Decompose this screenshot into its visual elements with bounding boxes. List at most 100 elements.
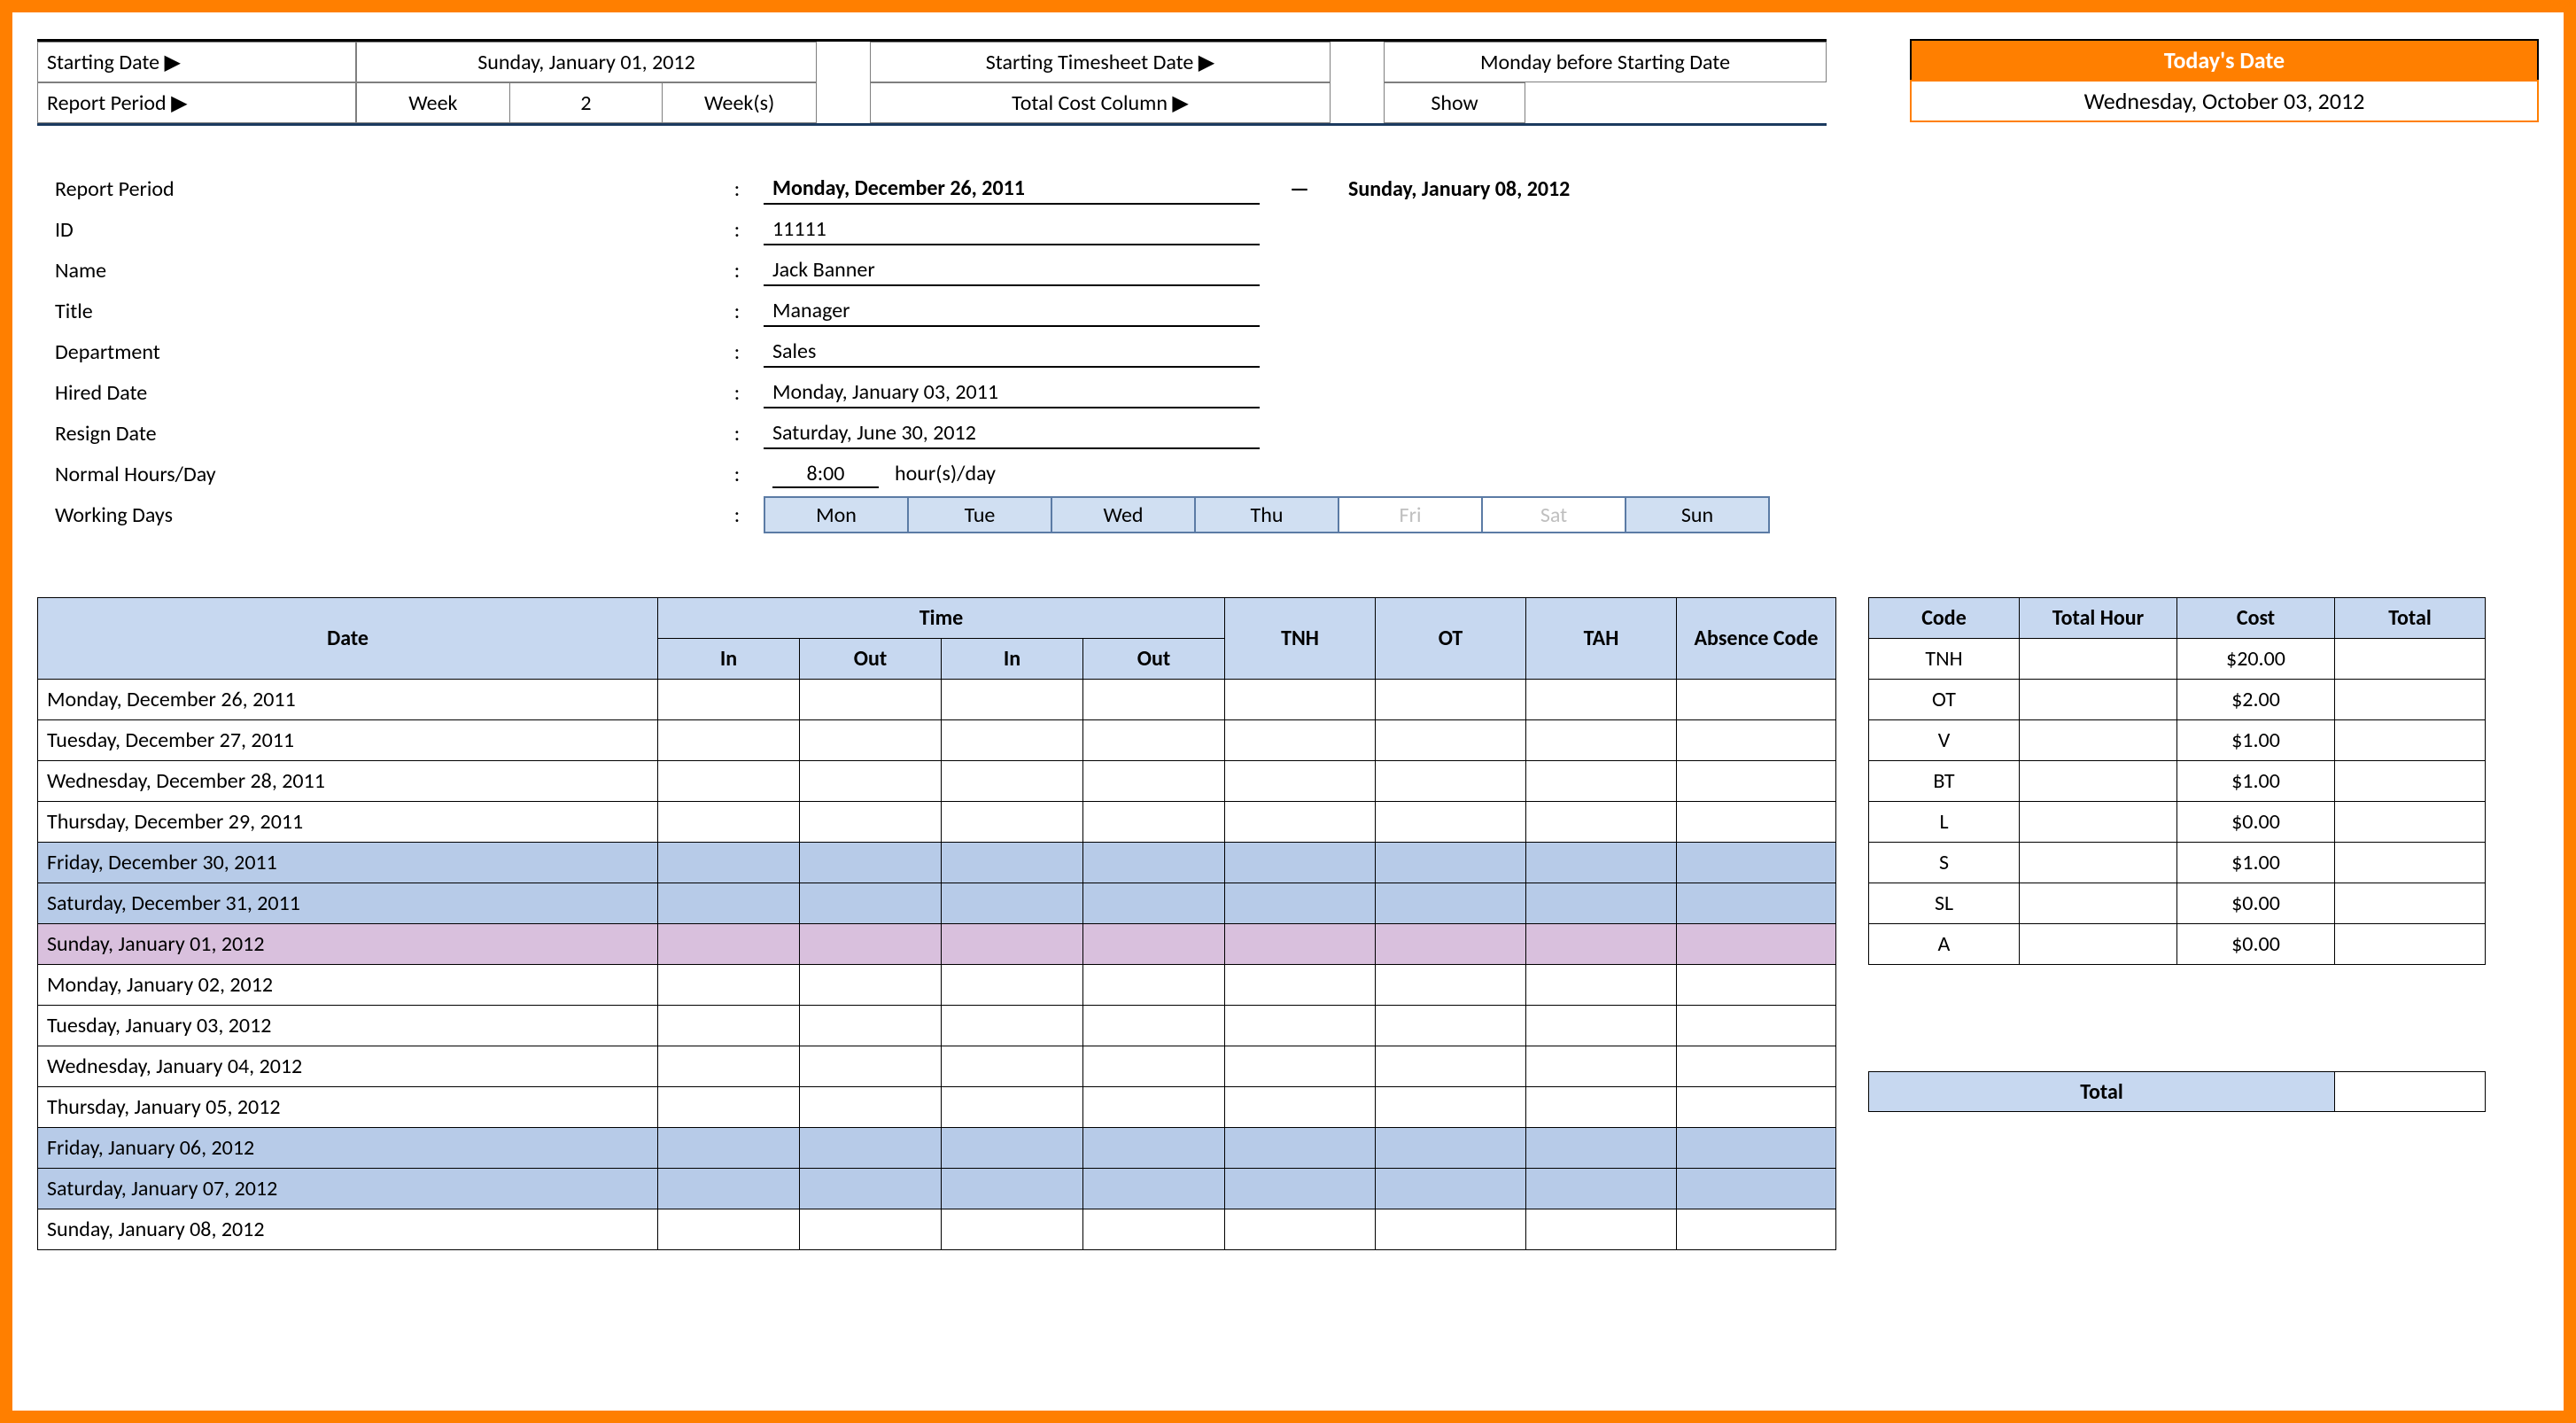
cell-blank[interactable] xyxy=(2020,761,2177,802)
cell-input[interactable] xyxy=(1376,883,1526,924)
cell-input[interactable] xyxy=(942,843,1083,883)
cell-input[interactable] xyxy=(800,1128,942,1169)
name-value[interactable]: Jack Banner xyxy=(764,255,1260,286)
cell-input[interactable] xyxy=(1376,1006,1526,1046)
cell-input[interactable] xyxy=(1526,1209,1677,1250)
cell-input[interactable] xyxy=(1376,1087,1526,1128)
cell-input[interactable] xyxy=(1376,1209,1526,1250)
cell-input[interactable] xyxy=(800,1169,942,1209)
cell-input[interactable] xyxy=(658,1046,800,1087)
cell-input[interactable] xyxy=(1225,761,1376,802)
title-value[interactable]: Manager xyxy=(764,296,1260,327)
cell-input[interactable] xyxy=(800,680,942,720)
resign-value[interactable]: Saturday, June 30, 2012 xyxy=(764,418,1260,449)
day-tue[interactable]: Tue xyxy=(907,496,1052,533)
dept-value[interactable]: Sales xyxy=(764,337,1260,368)
cell-input[interactable] xyxy=(658,1006,800,1046)
cell-input[interactable] xyxy=(800,1209,942,1250)
cell-input[interactable] xyxy=(942,680,1083,720)
cell-input[interactable] xyxy=(1526,802,1677,843)
cell-input[interactable] xyxy=(1526,1128,1677,1169)
cell-blank[interactable] xyxy=(2335,639,2486,680)
cell-input[interactable] xyxy=(1376,1128,1526,1169)
cell-input[interactable] xyxy=(942,761,1083,802)
cell-blank[interactable] xyxy=(2335,924,2486,965)
cell-input[interactable] xyxy=(942,1169,1083,1209)
cell-input[interactable] xyxy=(1677,1087,1836,1128)
day-sun[interactable]: Sun xyxy=(1625,496,1770,533)
cell-input[interactable] xyxy=(800,843,942,883)
cell-input[interactable] xyxy=(658,924,800,965)
cell-input[interactable] xyxy=(1677,924,1836,965)
cell-input[interactable] xyxy=(658,883,800,924)
cell-input[interactable] xyxy=(1677,883,1836,924)
cell-input[interactable] xyxy=(942,965,1083,1006)
hired-value[interactable]: Monday, January 03, 2011 xyxy=(764,377,1260,408)
cell-input[interactable] xyxy=(1376,843,1526,883)
cell-input[interactable] xyxy=(1526,924,1677,965)
cell-input[interactable] xyxy=(1677,680,1836,720)
cell-input[interactable] xyxy=(658,1209,800,1250)
cell-input[interactable] xyxy=(1083,843,1225,883)
cell-input[interactable] xyxy=(1083,1169,1225,1209)
cell-input[interactable] xyxy=(800,1087,942,1128)
cell-input[interactable] xyxy=(1526,1169,1677,1209)
cell-input[interactable] xyxy=(1225,883,1376,924)
day-sat[interactable]: Sat xyxy=(1481,496,1626,533)
cell-input[interactable] xyxy=(800,720,942,761)
cell-input[interactable] xyxy=(1677,1046,1836,1087)
cell-input[interactable] xyxy=(942,720,1083,761)
cell-input[interactable] xyxy=(1677,802,1836,843)
cell-input[interactable] xyxy=(1677,843,1836,883)
cell-input[interactable] xyxy=(1376,965,1526,1006)
cell-input[interactable] xyxy=(1083,1046,1225,1087)
day-mon[interactable]: Mon xyxy=(764,496,909,533)
cell-blank[interactable] xyxy=(2335,680,2486,720)
cell-input[interactable] xyxy=(942,1209,1083,1250)
cell-blank[interactable] xyxy=(2020,883,2177,924)
cell-input[interactable] xyxy=(1677,720,1836,761)
cell-input[interactable] xyxy=(658,843,800,883)
day-thu[interactable]: Thu xyxy=(1194,496,1339,533)
cell-input[interactable] xyxy=(1376,924,1526,965)
total-cost-value[interactable]: Show xyxy=(1384,82,1525,123)
cell-input[interactable] xyxy=(800,1006,942,1046)
cell-input[interactable] xyxy=(658,965,800,1006)
rp-week-num[interactable]: 2 xyxy=(510,83,663,122)
hours-value[interactable]: 8:00 xyxy=(772,461,879,488)
cell-input[interactable] xyxy=(1677,1128,1836,1169)
cell-input[interactable] xyxy=(1225,1046,1376,1087)
cell-input[interactable] xyxy=(942,802,1083,843)
cell-input[interactable] xyxy=(1083,680,1225,720)
cell-input[interactable] xyxy=(1526,883,1677,924)
cell-blank[interactable] xyxy=(2335,761,2486,802)
cell-input[interactable] xyxy=(1225,965,1376,1006)
cell-input[interactable] xyxy=(1677,761,1836,802)
cell-input[interactable] xyxy=(1225,843,1376,883)
cell-input[interactable] xyxy=(1376,680,1526,720)
id-value[interactable]: 11111 xyxy=(764,214,1260,245)
cell-input[interactable] xyxy=(1225,1006,1376,1046)
cell-input[interactable] xyxy=(1225,720,1376,761)
cell-input[interactable] xyxy=(942,1006,1083,1046)
cell-input[interactable] xyxy=(658,802,800,843)
cell-input[interactable] xyxy=(1225,1169,1376,1209)
cell-input[interactable] xyxy=(1225,1209,1376,1250)
cell-input[interactable] xyxy=(800,965,942,1006)
cell-input[interactable] xyxy=(1083,924,1225,965)
cell-input[interactable] xyxy=(1376,720,1526,761)
cell-input[interactable] xyxy=(658,720,800,761)
day-wed[interactable]: Wed xyxy=(1051,496,1196,533)
cell-input[interactable] xyxy=(1376,761,1526,802)
cell-input[interactable] xyxy=(658,680,800,720)
cell-input[interactable] xyxy=(1083,965,1225,1006)
cell-input[interactable] xyxy=(1225,924,1376,965)
cell-input[interactable] xyxy=(1376,1169,1526,1209)
cell-blank[interactable] xyxy=(2335,883,2486,924)
cell-input[interactable] xyxy=(658,1087,800,1128)
cell-input[interactable] xyxy=(942,1046,1083,1087)
cell-input[interactable] xyxy=(1083,1128,1225,1169)
cell-input[interactable] xyxy=(1526,1006,1677,1046)
cell-input[interactable] xyxy=(1526,1087,1677,1128)
starting-date-value[interactable]: Sunday, January 01, 2012 xyxy=(356,42,817,82)
